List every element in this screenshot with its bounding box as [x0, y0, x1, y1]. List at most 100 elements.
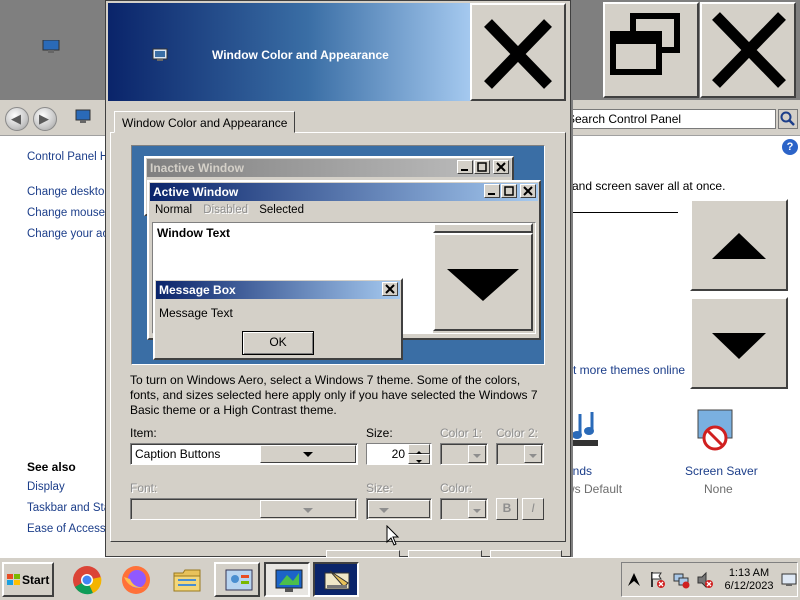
preview-menu-bar[interactable]: Normal Disabled Selected — [151, 204, 308, 222]
color1-dropdown[interactable] — [468, 445, 486, 463]
spin-down-button[interactable] — [408, 454, 430, 464]
control-panel-icon — [75, 109, 91, 123]
window-color-appearance-dialog: Window Color and Appearance Window Color… — [105, 0, 571, 560]
font-color-dropdown[interactable] — [468, 500, 486, 518]
font-color-picker[interactable] — [440, 498, 488, 520]
taskbar-explorer[interactable] — [164, 562, 210, 597]
divider — [572, 212, 678, 213]
spin-up-button[interactable] — [408, 444, 430, 454]
ease-of-access-link[interactable]: Ease of Access Center — [27, 523, 105, 535]
screen-saver-icon[interactable] — [694, 408, 738, 458]
show-hidden-icons-icon[interactable] — [627, 570, 641, 590]
search-icon — [780, 111, 795, 126]
item-select-dropdown[interactable] — [260, 445, 356, 463]
taskbar: Start 1:13 AM 6/12/2023 — [0, 557, 800, 600]
color1-picker[interactable] — [440, 443, 488, 465]
monitor-icon — [42, 40, 60, 53]
taskbar-chrome[interactable] — [64, 562, 110, 597]
control-panel-home-link[interactable]: Control Panel Home — [27, 151, 105, 163]
sounds-icon[interactable] — [566, 410, 602, 450]
ok-button[interactable]: OK — [242, 331, 314, 355]
display-link[interactable]: Display — [27, 481, 105, 493]
item-select[interactable]: Caption Buttons — [130, 443, 358, 465]
mouse-cursor-icon — [386, 525, 400, 546]
tab-window-color-appearance[interactable]: Window Color and Appearance — [114, 111, 296, 133]
minimize-icon[interactable] — [457, 160, 473, 174]
restore-icon — [610, 13, 680, 75]
font-size-label: Size: — [366, 481, 393, 495]
menu-normal[interactable]: Normal — [155, 204, 192, 216]
size-spinner[interactable]: 20 — [366, 443, 432, 465]
forward-button[interactable]: ▶ — [33, 107, 57, 131]
action-center-icon[interactable] — [649, 571, 667, 589]
back-button[interactable]: ◀ — [5, 107, 29, 131]
menu-selected[interactable]: Selected — [259, 204, 304, 216]
font-size-dropdown[interactable] — [368, 500, 430, 518]
preview-scroll-down[interactable] — [433, 233, 533, 331]
preview-scrollbar[interactable] — [433, 223, 535, 333]
personalization-description: and screen saver all at once. — [572, 179, 726, 193]
font-select-dropdown[interactable] — [260, 500, 356, 518]
chevron-down-icon — [303, 452, 313, 457]
screen-saver-value: None — [704, 482, 733, 496]
scroll-up-button[interactable] — [690, 199, 788, 291]
font-select[interactable] — [130, 498, 358, 520]
taskbar-firefox[interactable] — [113, 562, 159, 597]
sounds-value: ws Default — [566, 482, 623, 496]
italic-button[interactable]: I — [522, 498, 544, 520]
scroll-down-button[interactable] — [690, 297, 788, 389]
message-box-preview[interactable]: Message Box Message Text OK — [153, 278, 403, 360]
message-text: Message Text — [159, 306, 233, 320]
message-box-title-text: Message Box — [159, 283, 236, 297]
item-label: Item: — [130, 426, 157, 440]
change-account-picture-link[interactable]: Change your account picture — [27, 228, 105, 240]
preview-scroll-up[interactable] — [433, 223, 533, 233]
taskbar-window-color[interactable] — [313, 562, 359, 597]
color2-dropdown[interactable] — [524, 445, 542, 463]
network-icon[interactable] — [673, 571, 691, 589]
get-more-themes-link[interactable]: t more themes online — [573, 363, 685, 377]
clock-date: 6/12/2023 — [724, 580, 774, 592]
close-icon — [712, 12, 786, 88]
restore-button[interactable] — [603, 2, 699, 98]
change-desktop-icons-link[interactable]: Change desktop icons — [27, 186, 105, 198]
window-text: Window Text — [157, 226, 230, 240]
taskbar-start-menu-link[interactable]: Taskbar and Start Menu — [27, 502, 105, 514]
menu-disabled[interactable]: Disabled — [203, 204, 248, 216]
taskbar-control-panel[interactable] — [214, 562, 260, 597]
search-button[interactable] — [778, 109, 798, 129]
screen-saver-label[interactable]: Screen Saver — [685, 464, 758, 478]
minimize-icon[interactable] — [484, 184, 500, 198]
clock[interactable]: 1:13 AM 6/12/2023 — [720, 567, 778, 593]
dialog-close-button[interactable] — [470, 3, 566, 101]
font-color-label: Color: — [440, 481, 473, 495]
search-input[interactable]: Search Control Panel — [562, 109, 776, 129]
maximize-icon[interactable] — [501, 184, 517, 198]
help-icon[interactable]: ? — [782, 139, 798, 155]
font-size-select[interactable] — [366, 498, 432, 520]
chevron-down-icon — [303, 508, 313, 513]
forward-arrow-icon: ▶ — [39, 111, 49, 126]
firefox-icon — [122, 566, 150, 594]
system-tray: 1:13 AM 6/12/2023 — [621, 562, 798, 597]
color2-picker[interactable] — [496, 443, 544, 465]
active-window-title[interactable]: Active Window — [150, 183, 538, 201]
arrow-up-icon — [712, 233, 766, 259]
close-icon[interactable] — [493, 160, 509, 174]
taskbar-personalization[interactable] — [264, 562, 310, 597]
close-button[interactable] — [700, 2, 796, 98]
bold-button[interactable]: B — [496, 498, 518, 520]
start-button[interactable]: Start — [2, 562, 54, 597]
maximize-icon[interactable] — [474, 160, 490, 174]
message-box-title[interactable]: Message Box — [156, 281, 400, 299]
show-desktop-icon[interactable] — [781, 573, 797, 587]
close-icon[interactable] — [382, 282, 398, 296]
active-window-title-text: Active Window — [153, 185, 239, 199]
close-icon[interactable] — [520, 184, 536, 198]
chrome-icon — [73, 566, 102, 595]
windows-logo-icon — [7, 574, 20, 585]
appearance-preview: Inactive Window Active Window Normal Dis… — [131, 145, 545, 365]
inactive-window-title-text: Inactive Window — [150, 161, 244, 175]
volume-muted-icon[interactable] — [696, 571, 714, 589]
change-mouse-pointers-link[interactable]: Change mouse pointers — [27, 207, 105, 219]
